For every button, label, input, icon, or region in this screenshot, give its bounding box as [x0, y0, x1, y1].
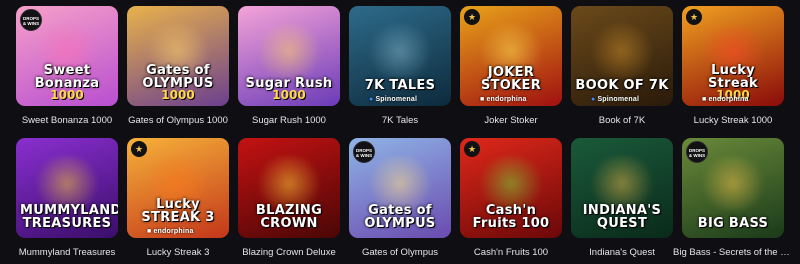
game-logo-text: Gates of OLYMPUS — [142, 63, 214, 91]
provider-label: Spinomenal — [369, 96, 417, 103]
game-thumbnail[interactable]: Gates of OLYMPUS 1000 — [127, 6, 229, 106]
game-thumbnail[interactable]: Lucky STREAK 3 endorphina ★ — [127, 138, 229, 238]
trophy-icon: ★ — [464, 141, 480, 157]
game-title[interactable]: Gates of Olympus 1000 — [118, 115, 238, 126]
game-card-indiana-s-quest[interactable]: INDIANA'S QUEST Indiana's Quest — [571, 138, 673, 264]
artwork-highlight — [586, 24, 658, 79]
artwork-highlight — [364, 24, 436, 79]
game-card-big-bass-secrets-of-the-golden-lake[interactable]: BIG BASS DROPS & WINS Big Bass - Secrets of… — [673, 138, 793, 264]
game-logo-text: Sweet Bonanza — [34, 63, 100, 91]
artwork-highlight — [697, 156, 769, 211]
game-card-cash-n-fruits-100[interactable]: Cash'n Fruits 100 ★ Cash'n Fruits 100 — [460, 138, 562, 264]
game-title[interactable]: Book of 7K — [562, 115, 682, 126]
drops-and-wins-badge: DROPS & WINS — [353, 141, 375, 163]
game-logo-text: Gates of OLYMPUS — [364, 203, 436, 231]
badge-text: & WINS — [355, 153, 373, 158]
game-thumbnail[interactable]: BOOK OF 7K Spinomenal — [571, 6, 673, 106]
game-card-blazing-crown-deluxe[interactable]: BLAZING CROWN Blazing Crown Deluxe — [238, 138, 340, 264]
game-logo-text: Cash'n Fruits 100 — [472, 203, 550, 231]
game-logo-text: JOKER STOKER — [480, 65, 542, 93]
game-thumbnail[interactable]: BLAZING CROWN — [238, 138, 340, 238]
game-card-sugar-rush-1000[interactable]: Sugar Rush 1000 Sugar Rush 1000 — [238, 6, 340, 132]
game-row-1: Sweet Bonanza 1000 DROPS & WINS Sweet Bonanz… — [16, 6, 786, 132]
game-title[interactable]: Big Bass - Secrets of the Golden Lake — [673, 247, 793, 258]
game-title[interactable]: Mummyland Treasures — [7, 247, 127, 258]
game-card-gates-of-olympus-1000[interactable]: Gates of OLYMPUS 1000 Gates of Olympus 100… — [127, 6, 229, 132]
provider-label: endorphina — [147, 228, 194, 235]
game-card-7k-tales[interactable]: 7K TALESSpinomenal7K Tales — [349, 6, 451, 132]
provider-label: Spinomenal — [591, 96, 639, 103]
game-thumbnail[interactable]: INDIANA'S QUEST — [571, 138, 673, 238]
game-title[interactable]: Sweet Bonanza 1000 — [7, 115, 127, 126]
drops-and-wins-badge: DROPS & WINS — [686, 141, 708, 163]
game-thumbnail[interactable]: 7K TALES Spinomenal — [349, 6, 451, 106]
game-grid: Sweet Bonanza 1000 DROPS & WINS Sweet Bonanz… — [16, 6, 793, 264]
game-logo-text: BLAZING CROWN — [255, 203, 323, 231]
game-title[interactable]: Lucky Streak 3 — [118, 247, 238, 258]
game-logo-number: 1000 — [50, 88, 84, 102]
game-thumbnail[interactable]: Cash'n Fruits 100 ★ — [460, 138, 562, 238]
game-thumbnail[interactable]: MUMMYLAND TREASURES — [16, 138, 118, 238]
game-thumbnail[interactable]: JOKER STOKER endorphina ★ — [460, 6, 562, 106]
game-card-book-of-7k[interactable]: BOOK OF 7KSpinomenalBook of 7K — [571, 6, 673, 132]
game-title[interactable]: Joker Stoker — [451, 115, 571, 126]
game-title[interactable]: Sugar Rush 1000 — [229, 115, 349, 126]
trophy-icon: ★ — [464, 9, 480, 25]
game-card-joker-stoker[interactable]: JOKER STOKERendorphina★Joker Stoker — [460, 6, 562, 132]
trophy-icon: ★ — [131, 141, 147, 157]
game-thumbnail[interactable]: Lucky Streak1000endorphina★ — [682, 6, 784, 106]
game-title[interactable]: Cash'n Fruits 100 — [451, 247, 571, 258]
badge-text: & WINS — [22, 21, 40, 26]
game-logo-text: INDIANA'S QUEST — [582, 203, 662, 231]
provider-label: endorphina — [702, 96, 749, 103]
game-title[interactable]: Indiana's Quest — [562, 247, 682, 258]
game-thumbnail[interactable]: Sweet Bonanza 1000 DROPS & WINS — [16, 6, 118, 106]
game-card-gates-of-olympus[interactable]: Gates of OLYMPUS DROPS & WINS Gates of Olym… — [349, 138, 451, 264]
game-title[interactable]: Blazing Crown Deluxe — [229, 247, 349, 258]
game-logo-text: Lucky STREAK 3 — [141, 197, 215, 225]
game-logo-number: 1000 — [272, 88, 306, 102]
artwork-highlight — [253, 24, 325, 79]
game-row-2: MUMMYLAND TREASURES Mummyland Treasures Lu… — [16, 138, 793, 264]
badge-text: & WINS — [688, 153, 706, 158]
game-logo-text: Lucky Streak — [707, 63, 759, 91]
provider-label: endorphina — [480, 96, 527, 103]
game-title[interactable]: 7K Tales — [340, 115, 460, 126]
game-thumbnail[interactable]: Sugar Rush 1000 — [238, 6, 340, 106]
game-title[interactable]: Gates of Olympus — [340, 247, 460, 258]
game-title[interactable]: Lucky Streak 1000 — [673, 115, 793, 126]
game-logo-number: 1000 — [161, 88, 195, 102]
game-logo-text: MUMMYLAND TREASURES — [20, 203, 118, 231]
trophy-icon: ★ — [686, 9, 702, 25]
game-card-lucky-streak-1000[interactable]: Lucky Streak1000endorphina★Lucky Streak … — [682, 6, 784, 132]
game-thumbnail[interactable]: BIG BASS DROPS & WINS — [682, 138, 784, 238]
game-logo-text: 7K TALES — [364, 78, 436, 93]
drops-and-wins-badge: DROPS & WINS — [20, 9, 42, 31]
game-logo-text: BOOK OF 7K — [575, 78, 669, 93]
game-card-mummyland-treasures[interactable]: MUMMYLAND TREASURES Mummyland Treasures — [16, 138, 118, 264]
game-logo-text: BIG BASS — [697, 216, 769, 231]
game-thumbnail[interactable]: Gates of OLYMPUS DROPS & WINS — [349, 138, 451, 238]
game-card-sweet-bonanza-1000[interactable]: Sweet Bonanza 1000 DROPS & WINS Sweet Bonanz… — [16, 6, 118, 132]
game-card-lucky-streak-3[interactable]: Lucky STREAK 3endorphina★Lucky Streak 3 — [127, 138, 229, 264]
